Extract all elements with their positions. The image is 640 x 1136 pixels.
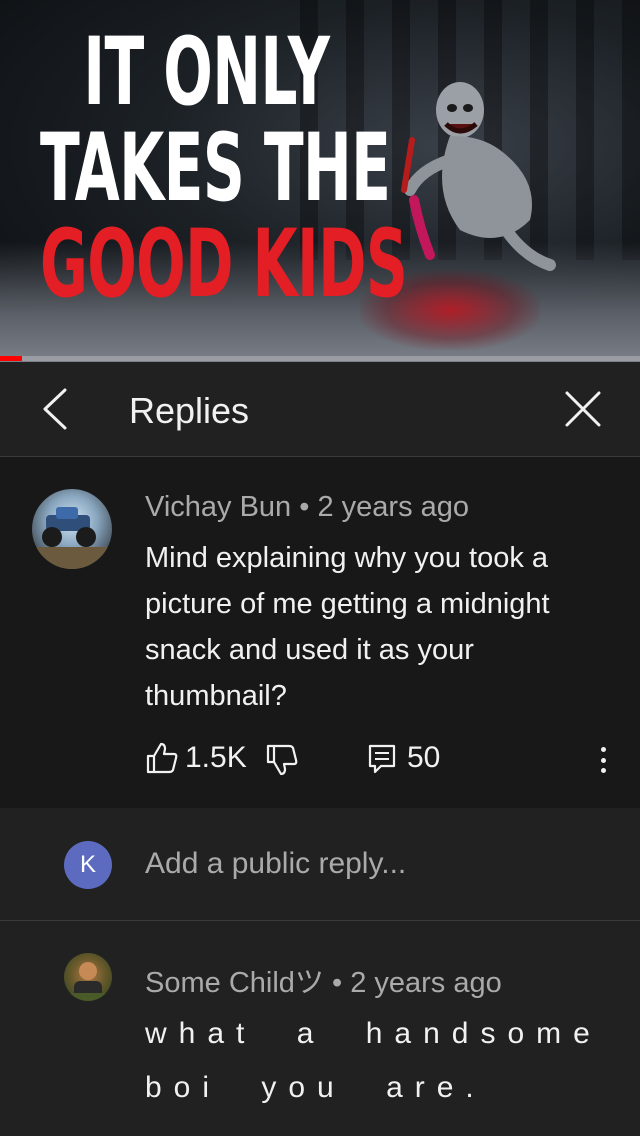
user-avatar[interactable]: K <box>64 841 112 889</box>
video-thumbnail[interactable]: IT ONLY TAKES THE GOOD KIDS <box>0 0 640 362</box>
comment-author[interactable]: Some Childツ <box>145 967 324 999</box>
title-line-2: TAKES THE <box>40 114 391 223</box>
comment-author[interactable]: Vichay Bun <box>145 491 291 523</box>
video-title-overlay: IT ONLY TAKES THE GOOD KIDS <box>40 18 408 319</box>
thumbs-down-icon[interactable] <box>265 743 299 777</box>
avatar[interactable] <box>32 489 112 569</box>
close-icon <box>565 391 601 427</box>
comment-time: 2 years ago <box>350 967 502 999</box>
parent-comment: Vichay Bun • 2 years ago Mind explaining… <box>0 457 640 808</box>
back-button[interactable] <box>30 384 80 434</box>
reply-comment: Some Childツ • 2 years ago what a handsom… <box>0 921 640 1136</box>
comment-text: Mind explaining why you took a picture o… <box>145 542 550 712</box>
reply-input[interactable] <box>145 838 605 890</box>
comment-text: what a handsome boi you are. <box>145 1017 602 1104</box>
header-title: Replies <box>129 390 250 431</box>
truck-icon <box>32 507 112 569</box>
thumbs-up-icon[interactable] <box>145 741 179 775</box>
video-progress-bar[interactable] <box>0 356 640 361</box>
person-photo-icon <box>64 962 112 1001</box>
video-progress-fill <box>0 356 23 361</box>
comment-time: 2 years ago <box>317 491 470 523</box>
comment-meta: Some Childツ • 2 years ago <box>145 959 502 1001</box>
title-line-3: GOOD KIDS <box>40 210 408 319</box>
title-line-1: IT ONLY <box>83 18 330 127</box>
reply-count[interactable]: 50 <box>407 741 440 775</box>
meta-separator: • <box>299 491 310 523</box>
like-count: 1.5K <box>185 741 247 774</box>
creature-illustration <box>401 82 556 271</box>
replies-header: Replies <box>0 362 640 457</box>
close-button[interactable] <box>558 384 608 434</box>
avatar[interactable] <box>64 953 112 1001</box>
more-vertical-icon[interactable] <box>593 743 613 777</box>
comment-icon[interactable] <box>367 743 397 775</box>
comment-meta: Vichay Bun • 2 years ago <box>145 491 469 524</box>
reply-box: K <box>0 808 640 921</box>
chevron-left-icon <box>43 388 67 430</box>
comment-actions: 1.5K 50 <box>145 737 615 783</box>
meta-separator: • <box>331 967 343 999</box>
